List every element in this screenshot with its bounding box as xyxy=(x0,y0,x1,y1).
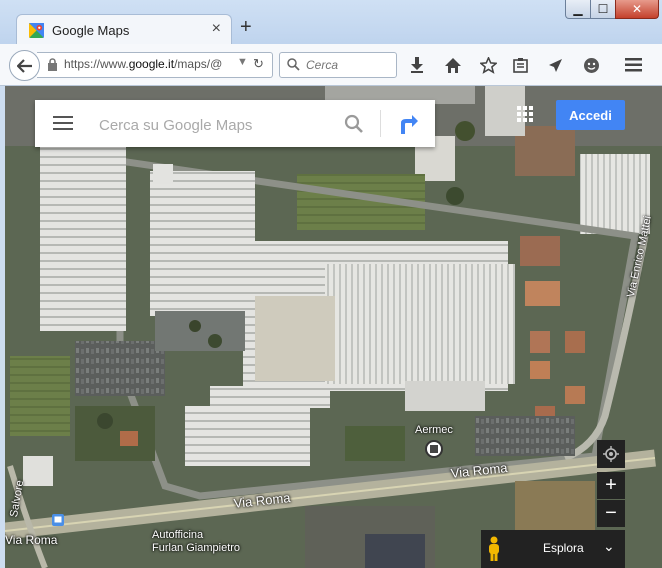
url-bar[interactable]: https://www.google.it/maps/@ ▼ ↻ xyxy=(37,52,273,78)
satellite-map[interactable]: Accedi Aermec Autofficina Furlan Giampie… xyxy=(5,86,662,568)
browser-search-bar[interactable] xyxy=(279,52,397,78)
minimize-button[interactable]: ▁ xyxy=(565,0,591,19)
my-location-button[interactable] xyxy=(597,440,625,468)
business-label-line1[interactable]: Autofficina xyxy=(152,529,203,541)
download-icon[interactable] xyxy=(407,55,427,75)
satellite-imagery xyxy=(5,86,662,568)
directions-icon[interactable] xyxy=(397,112,419,134)
maps-search-icon[interactable] xyxy=(344,114,364,134)
zoom-in-button[interactable]: + xyxy=(597,472,625,499)
place-label-aermec[interactable]: Aermec xyxy=(415,424,453,436)
reload-icon[interactable]: ↻ xyxy=(253,56,264,72)
browser-window: Google Maps × + ▁ ☐ ✕ https://www.google… xyxy=(0,0,662,568)
street-label-left: Via Roma xyxy=(5,533,58,547)
menu-icon[interactable] xyxy=(623,55,643,75)
maps-menu-icon[interactable] xyxy=(53,116,73,134)
hello-chat-icon[interactable] xyxy=(581,55,601,75)
tab-close-icon[interactable]: × xyxy=(212,20,221,38)
bookmark-star-icon[interactable] xyxy=(478,55,498,75)
url-prefix: https://www. xyxy=(64,57,129,71)
tab-google-maps[interactable]: Google Maps × xyxy=(16,14,232,47)
tab-title: Google Maps xyxy=(52,23,130,38)
back-arrow-icon xyxy=(16,58,32,73)
home-icon[interactable] xyxy=(443,55,463,75)
business-label-line2[interactable]: Furlan Giampietro xyxy=(152,542,240,554)
place-marker-icon[interactable] xyxy=(425,440,443,458)
maps-search-box xyxy=(35,100,435,147)
lock-icon xyxy=(48,58,57,71)
search-icon xyxy=(287,58,300,71)
browser-search-input[interactable] xyxy=(304,55,394,75)
reading-list-icon[interactable] xyxy=(510,55,530,75)
explore-label[interactable]: Esplora xyxy=(543,541,584,555)
send-icon[interactable] xyxy=(545,55,565,75)
search-divider xyxy=(380,110,381,137)
title-bar: Google Maps × + ▁ ☐ ✕ xyxy=(0,0,662,47)
expand-chevron-icon[interactable]: ⌄ xyxy=(603,538,615,555)
pegman-icon[interactable] xyxy=(487,536,501,562)
sign-in-button[interactable]: Accedi xyxy=(556,100,625,130)
navigation-toolbar: https://www.google.it/maps/@ ▼ ↻ xyxy=(0,44,662,86)
url-domain: google.it xyxy=(128,57,175,71)
maximize-button[interactable]: ☐ xyxy=(590,0,616,19)
google-maps-favicon-icon xyxy=(29,23,44,38)
close-window-button[interactable]: ✕ xyxy=(615,0,659,19)
url-dropdown-icon[interactable]: ▼ xyxy=(237,56,248,68)
url-path: /maps/@ xyxy=(174,57,223,71)
maps-search-input[interactable] xyxy=(97,113,331,137)
explore-bar: Esplora ⌄ xyxy=(481,530,625,568)
zoom-out-button[interactable]: − xyxy=(597,500,625,527)
bus-stop-icon[interactable] xyxy=(52,514,64,526)
my-location-icon xyxy=(603,446,619,462)
back-button[interactable] xyxy=(9,50,40,81)
google-apps-icon[interactable] xyxy=(517,106,533,122)
new-tab-button[interactable]: + xyxy=(240,17,252,37)
url-text[interactable]: https://www.google.it/maps/@ xyxy=(64,57,222,71)
